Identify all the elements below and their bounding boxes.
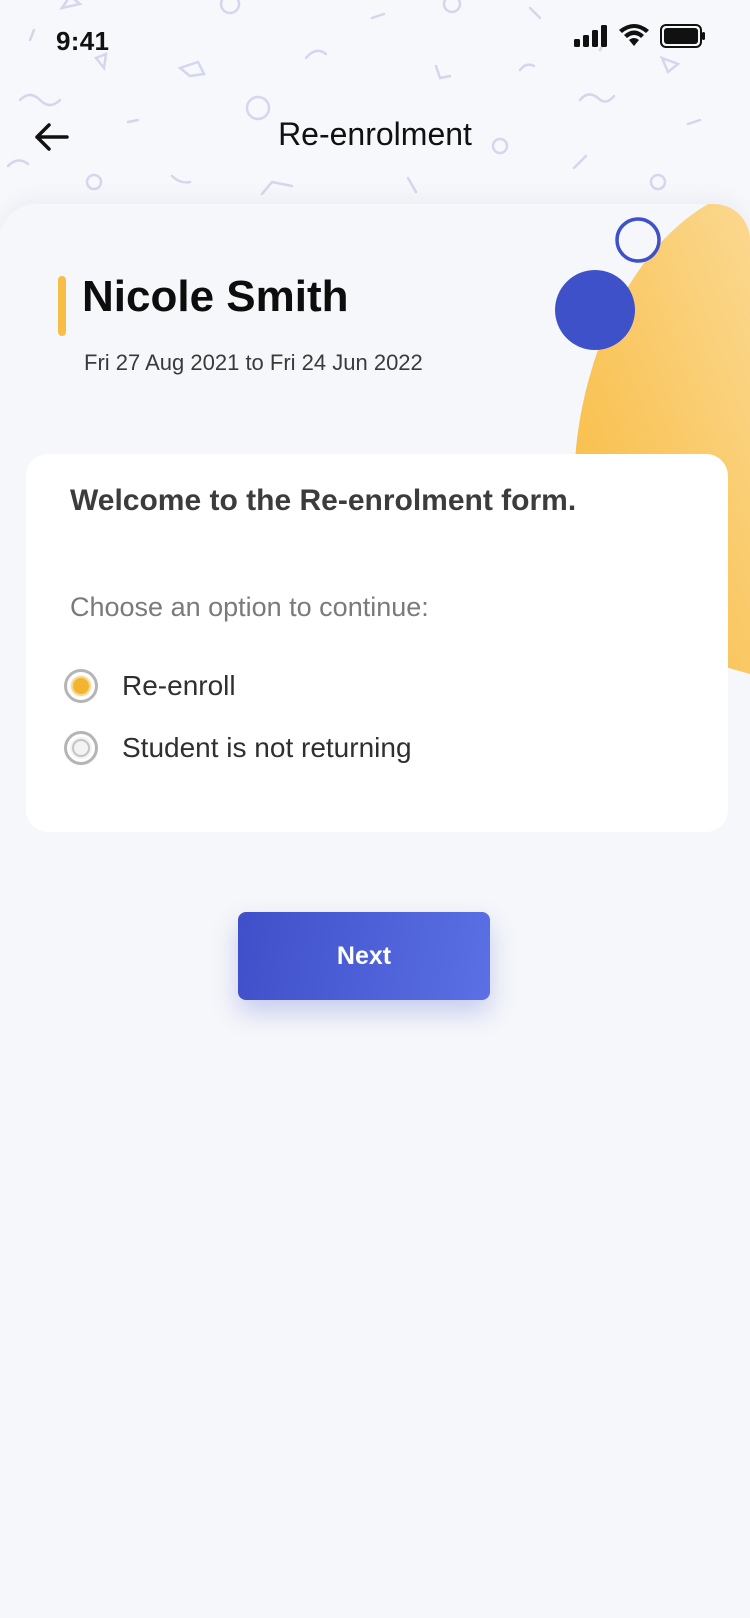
next-button[interactable]: Next bbox=[238, 912, 490, 1000]
re-enrolment-screen: 9:41 Re-enrolment Nicole Smith Fri 27 Au… bbox=[0, 0, 750, 1618]
content-sheet: Nicole Smith Fri 27 Aug 2021 to Fri 24 J… bbox=[0, 204, 750, 1618]
radio-dot bbox=[73, 678, 89, 694]
option-re-enroll[interactable]: Re-enroll bbox=[64, 666, 236, 706]
status-icons bbox=[574, 24, 706, 48]
page-title: Re-enrolment bbox=[278, 116, 472, 152]
status-time: 9:41 bbox=[56, 26, 110, 56]
accent-bar bbox=[58, 276, 66, 336]
option-label: Re-enroll bbox=[122, 670, 236, 701]
enrolment-date-range: Fri 27 Aug 2021 to Fri 24 Jun 2022 bbox=[84, 350, 423, 375]
form-prompt: Choose an option to continue: bbox=[70, 592, 429, 622]
battery-icon bbox=[660, 24, 705, 48]
nav-header: Re-enrolment bbox=[0, 96, 750, 180]
option-label: Student is not returning bbox=[122, 732, 412, 763]
radio-button-selected[interactable] bbox=[64, 669, 98, 703]
radio-dot bbox=[72, 739, 90, 757]
option-not-returning[interactable]: Student is not returning bbox=[64, 728, 412, 768]
student-name: Nicole Smith bbox=[82, 272, 349, 321]
status-bar: 9:41 bbox=[0, 0, 750, 80]
radio-button-unselected[interactable] bbox=[64, 731, 98, 765]
signal-icon bbox=[574, 25, 607, 47]
reenrolment-form-card: Welcome to the Re-enrolment form. Choose… bbox=[26, 454, 728, 832]
wifi-icon bbox=[619, 24, 649, 46]
form-heading: Welcome to the Re-enrolment form. bbox=[70, 484, 577, 517]
